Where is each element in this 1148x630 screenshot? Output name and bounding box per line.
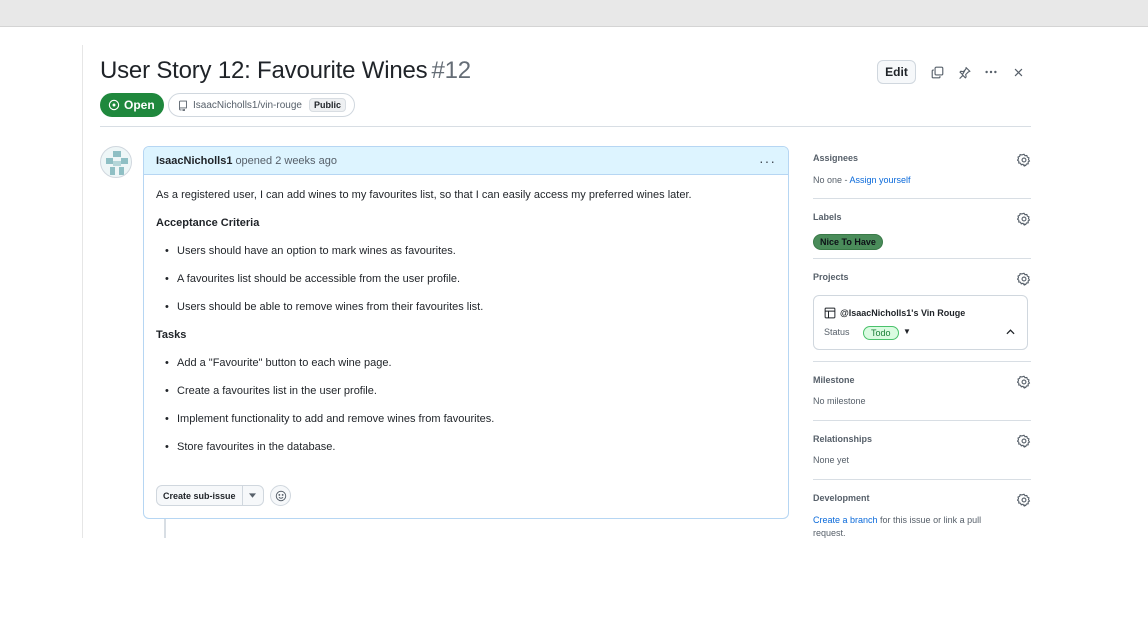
smiley-icon [275, 490, 286, 501]
visibility-badge: Public [308, 98, 346, 112]
list-item: Create a favourites list in the user pro… [156, 384, 776, 398]
sidebar-labels: Labels Nice To Have [813, 212, 1031, 250]
close-icon[interactable] [1009, 63, 1027, 81]
sidebar-relationships: Relationships None yet [813, 434, 1031, 465]
sidebar-divider [813, 361, 1031, 362]
create-sub-issue-button[interactable]: Create sub-issue [157, 486, 243, 505]
gear-icon[interactable] [1017, 375, 1031, 389]
assignees-none: No one - [813, 175, 850, 185]
label-nice-to-have[interactable]: Nice To Have [813, 234, 883, 250]
create-sub-issue-group: Create sub-issue [156, 485, 264, 506]
assignees-title: Assignees [813, 153, 859, 163]
list-item: Users should be able to remove wines fro… [156, 300, 776, 314]
sidebar-milestone: Milestone No milestone [813, 375, 1031, 406]
repo-chip[interactable]: IsaacNicholls1/vin-rouge Public [168, 93, 355, 117]
repo-icon [178, 100, 188, 111]
relationships-value: None yet [813, 455, 850, 465]
header-divider [100, 126, 1031, 127]
add-reaction-button[interactable] [270, 485, 291, 506]
gear-icon[interactable] [1017, 434, 1031, 448]
section-heading: Acceptance Criteria [156, 217, 260, 229]
more-options-icon[interactable] [982, 63, 1000, 81]
gear-icon[interactable] [1017, 153, 1031, 167]
list-item: Users should have an option to mark wine… [156, 244, 776, 258]
gear-icon[interactable] [1017, 272, 1031, 286]
issue-body-comment: IsaacNicholls1 opened 2 weeks ago ··· As… [143, 146, 789, 519]
sidebar-divider [813, 420, 1031, 421]
list-item: Implement functionality to add and remov… [156, 412, 776, 426]
project-name[interactable]: @IsaacNicholls1's Vin Rouge [824, 307, 965, 319]
browser-top-bar [0, 0, 1148, 27]
comment-more-icon[interactable]: ··· [759, 153, 776, 169]
panel-border [82, 45, 83, 538]
chevron-up-icon[interactable] [1006, 327, 1015, 337]
issue-title-text: User Story 12: Favourite Wines [100, 57, 428, 84]
list-item: Add a "Favourite" button to each wine pa… [156, 356, 776, 370]
sub-issue-dropdown-button[interactable] [243, 486, 263, 505]
development-value: Create a branch for this issue or link a… [813, 514, 1003, 540]
relationships-title: Relationships [813, 434, 873, 444]
issue-number: #12 [431, 57, 471, 84]
issue-state-label: Open [124, 98, 155, 112]
development-title: Development [813, 493, 870, 503]
sidebar-divider [813, 479, 1031, 480]
milestone-title: Milestone [813, 375, 855, 385]
chevron-down-icon [249, 493, 257, 498]
assignees-value: No one - Assign yourself [813, 175, 1031, 185]
sidebar-development: Development Create a branch for this iss… [813, 493, 1031, 540]
project-status-value[interactable]: Todo [863, 326, 899, 340]
projects-title: Projects [813, 272, 849, 282]
copy-link-icon[interactable] [928, 63, 946, 81]
issue-opened-icon [108, 99, 120, 111]
issue-state-badge: Open [100, 93, 164, 117]
avatar[interactable] [100, 146, 132, 178]
gear-icon[interactable] [1017, 493, 1031, 507]
sidebar-projects: Projects [813, 272, 1031, 286]
status-dropdown-icon[interactable]: ▼ [903, 327, 911, 336]
table-icon [824, 307, 836, 319]
issue-title: User Story 12: Favourite Wines #12 [100, 57, 471, 85]
project-name-text: @IsaacNicholls1's Vin Rouge [840, 308, 966, 318]
comment-body: As a registered user, I can add wines to… [144, 175, 788, 454]
acceptance-criteria-list: Users should have an option to mark wine… [156, 244, 776, 314]
timeline-line [164, 519, 166, 538]
comment-intro: As a registered user, I can add wines to… [156, 189, 692, 201]
create-branch-link[interactable]: Create a branch [813, 515, 878, 525]
comment-header: IsaacNicholls1 opened 2 weeks ago ··· [144, 147, 788, 175]
gear-icon[interactable] [1017, 212, 1031, 226]
sidebar-assignees: Assignees No one - Assign yourself [813, 153, 1031, 185]
section-heading: Tasks [156, 329, 187, 341]
sidebar-divider [813, 198, 1031, 199]
comment-author[interactable]: IsaacNicholls1 [156, 155, 232, 167]
pin-icon[interactable] [955, 63, 973, 81]
labels-title: Labels [813, 212, 842, 222]
tasks-list: Add a "Favourite" button to each wine pa… [156, 356, 776, 454]
sidebar-divider [813, 258, 1031, 259]
project-status-label: Status [824, 327, 850, 337]
milestone-value: No milestone [813, 396, 866, 406]
list-item: Store favourites in the database. [156, 440, 776, 454]
page-bottom-area [0, 538, 1148, 630]
edit-button[interactable]: Edit [877, 60, 916, 84]
comment-meta[interactable]: opened 2 weeks ago [235, 155, 337, 167]
list-item: A favourites list should be accessible f… [156, 272, 776, 286]
repo-name: IsaacNicholls1/vin-rouge [193, 99, 302, 111]
project-card: @IsaacNicholls1's Vin Rouge Status Todo … [813, 295, 1028, 350]
assign-yourself-link[interactable]: Assign yourself [850, 175, 911, 185]
